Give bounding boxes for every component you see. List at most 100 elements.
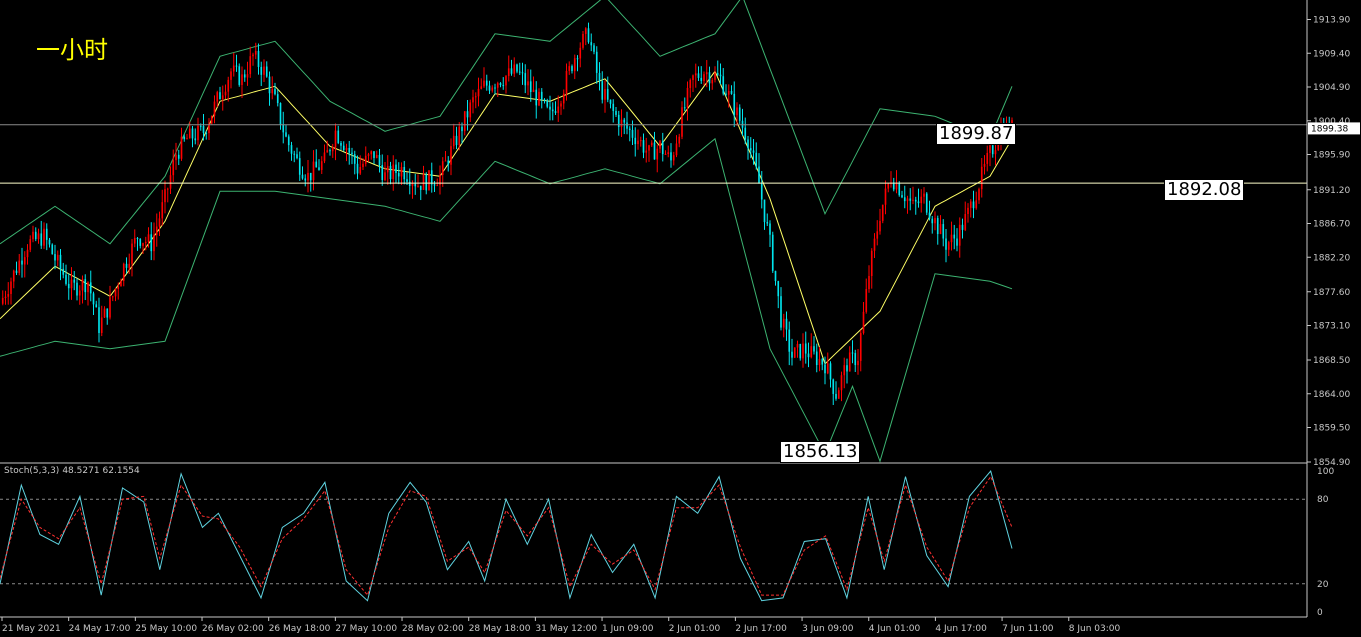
candle-body: [620, 119, 623, 128]
candle-body: [205, 132, 208, 134]
candle-body: [241, 74, 243, 85]
candle-body: [186, 138, 188, 140]
candle-body: [513, 64, 516, 74]
candle-body: [906, 198, 909, 202]
candle-body: [925, 193, 928, 213]
candle-body: [642, 140, 645, 153]
candle-body: [172, 160, 175, 176]
candle-body: [703, 74, 705, 81]
candle-body: [700, 77, 703, 81]
candle-body: [824, 364, 826, 374]
candle-body: [392, 164, 395, 180]
price-tick-label: 1873.10: [1313, 322, 1350, 332]
candle-body: [472, 97, 474, 103]
candle-body: [870, 250, 873, 277]
candle-body: [802, 343, 804, 359]
candle-body: [351, 152, 353, 155]
candle-body: [813, 346, 815, 352]
candle-body: [829, 363, 832, 380]
candle-body: [43, 228, 45, 246]
timeframe-label: 一小时: [36, 36, 108, 64]
candle-body: [540, 91, 543, 100]
candle-body: [587, 28, 590, 43]
candle-body: [576, 58, 579, 60]
candle-body: [760, 183, 763, 200]
candle-body: [144, 241, 147, 244]
candle-body: [535, 89, 538, 106]
stochastic-panel: 100 80 20 0: [0, 467, 1334, 618]
candle-body: [612, 103, 615, 111]
candle-body: [994, 150, 997, 155]
candle-body: [846, 365, 848, 372]
candle-body: [942, 224, 945, 239]
candle-body: [164, 189, 166, 203]
time-tick-label: 25 May 10:00: [135, 624, 197, 634]
candle-body: [972, 201, 975, 209]
price-tick-label: 1864.00: [1313, 390, 1350, 400]
candle-body: [565, 70, 568, 94]
candles: [1, 22, 1013, 406]
candle-body: [227, 79, 230, 92]
candle-body: [59, 254, 62, 269]
candle-body: [722, 76, 725, 94]
candle-body: [967, 207, 969, 214]
candle-body: [389, 165, 392, 180]
candle-body: [692, 75, 694, 81]
candle-body: [197, 125, 199, 141]
candle-body: [491, 87, 494, 91]
candle-body: [645, 150, 648, 153]
stoch-tick-label: 20: [1317, 580, 1329, 590]
candle-body: [249, 56, 252, 75]
candle-body: [463, 111, 466, 132]
candle-body: [54, 254, 56, 261]
candle-body: [133, 238, 136, 244]
candle-body: [422, 174, 425, 190]
time-tick-label: 21 May 2021: [2, 624, 61, 634]
candle-body: [78, 290, 81, 296]
candle-body: [598, 72, 601, 82]
price-tick-label: 1913.90: [1313, 16, 1350, 26]
candle-body: [430, 170, 433, 185]
candle-body: [582, 33, 584, 48]
candle-body: [450, 146, 452, 165]
candle-body: [477, 88, 480, 97]
candle-body: [562, 93, 565, 104]
candle-body: [604, 89, 606, 100]
candle-body: [89, 282, 92, 294]
candle-body: [670, 152, 672, 161]
candle-body: [953, 234, 956, 239]
candle-body: [334, 130, 337, 148]
chart-window[interactable]: 100 80 20 0 1913.90 1909.40 1904.90 1900.40 189…: [0, 0, 1361, 637]
candle-body: [793, 347, 796, 358]
candle-body: [554, 111, 557, 113]
candle-body: [263, 66, 265, 75]
candle-body: [106, 308, 109, 318]
candle-body: [483, 80, 485, 87]
candle-body: [403, 166, 406, 180]
candle-body: [348, 147, 351, 153]
candle-body: [315, 161, 318, 168]
candle-body: [128, 263, 131, 268]
time-tick-label: 28 May 02:00: [402, 624, 464, 634]
candle-body: [309, 172, 312, 181]
stoch-tick-label: 100: [1317, 467, 1334, 477]
candle-body: [175, 154, 177, 161]
series-bb-lower: [0, 137, 1013, 463]
candle-body: [122, 263, 125, 281]
price-chart-svg[interactable]: 10080200 1913.901909.401904.901900.40189…: [0, 0, 1361, 637]
candle-body: [131, 243, 133, 264]
candle-body: [356, 163, 359, 174]
candle-body: [799, 343, 802, 359]
candle-body: [400, 166, 403, 177]
candle-body: [183, 136, 186, 140]
stoch-tick-label: 80: [1317, 495, 1329, 505]
candle-body: [560, 103, 562, 107]
candle-body: [584, 28, 587, 34]
candle-body: [661, 141, 664, 155]
candle-body: [384, 172, 386, 181]
candle-body: [45, 228, 48, 240]
candle-body: [488, 85, 491, 91]
candle-body: [147, 234, 150, 242]
candle-body: [950, 234, 953, 243]
candle-body: [362, 163, 364, 168]
